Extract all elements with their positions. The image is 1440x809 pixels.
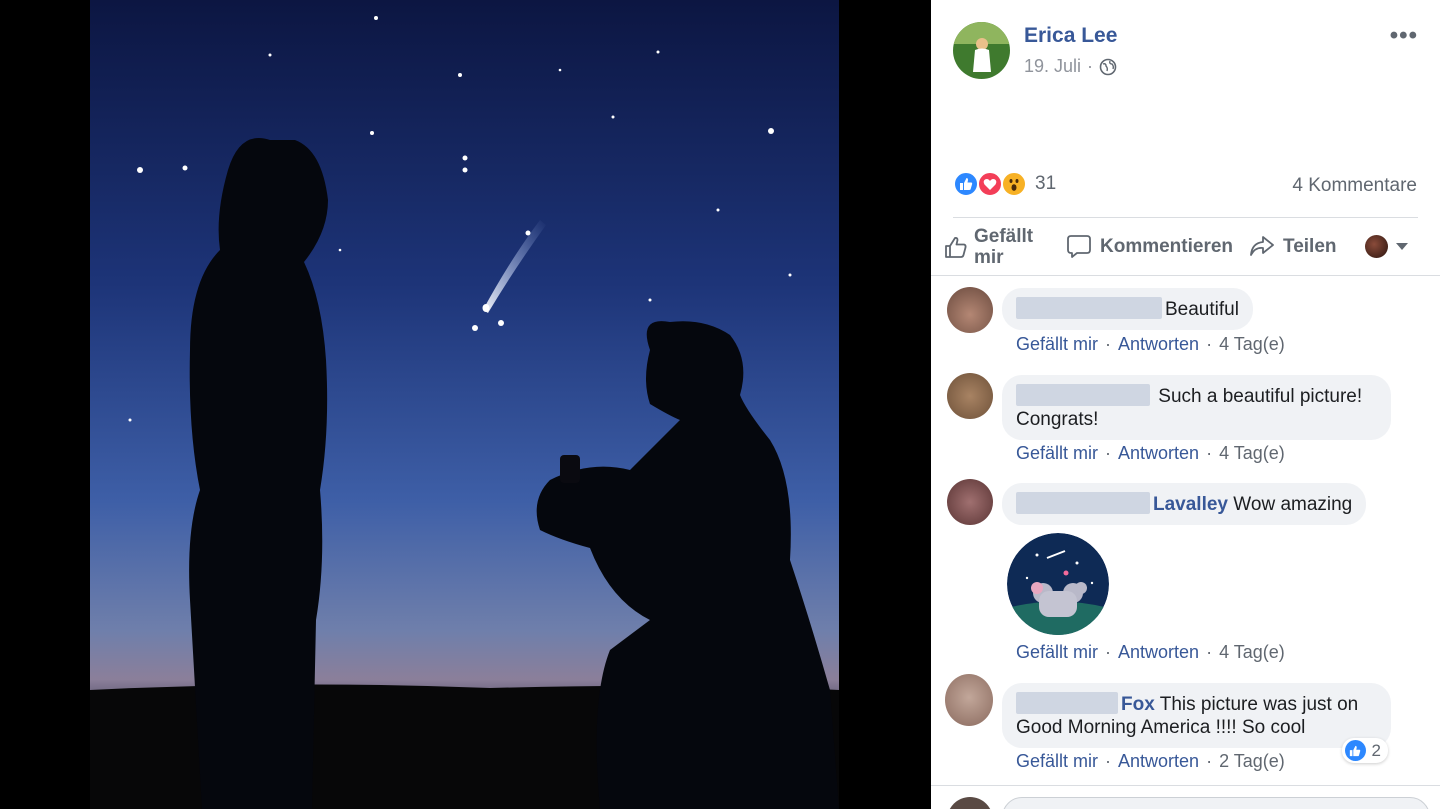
comment-bubble: Beautiful [1002, 288, 1253, 330]
commenter-name[interactable]: Fox [1121, 694, 1155, 715]
post-meta: 19. Juli · [1024, 56, 1117, 77]
share-label: Teilen [1283, 235, 1337, 257]
comment-icon [1067, 235, 1091, 258]
divider [931, 275, 1440, 276]
comment-reply-link[interactable]: Antworten [1118, 642, 1199, 663]
comment-time[interactable]: 4 Tag(e) [1219, 334, 1285, 355]
comment-like-link[interactable]: Gefällt mir [1016, 642, 1098, 663]
commenter-name[interactable]: Lavalley [1153, 494, 1228, 515]
comment-reply-link[interactable]: Antworten [1118, 751, 1199, 772]
comment-time[interactable]: 4 Tag(e) [1219, 443, 1285, 464]
comment-reply-link[interactable]: Antworten [1118, 443, 1199, 464]
commenter-avatar[interactable] [947, 287, 993, 333]
post-side-panel: Erica Lee 19. Juli · ••• 31 4 Kommentare… [931, 0, 1440, 809]
comment-actions: Gefällt mir · Antworten · 4 Tag(e) [1016, 642, 1285, 663]
comment-reply-link[interactable]: Antworten [1118, 334, 1199, 355]
thumbs-up-icon [945, 237, 967, 258]
like-button[interactable]: Gefällt mir [944, 226, 1038, 268]
comment-text: Wow amazing [1233, 494, 1353, 515]
comment-label: Kommentieren [1100, 235, 1234, 257]
comment-like-badge[interactable]: 2 [1341, 738, 1388, 763]
divider [931, 785, 1440, 786]
commenter-avatar[interactable] [947, 373, 993, 419]
comment-text: Beautiful [1165, 299, 1239, 320]
comment-actions: Gefällt mir · Antworten · 4 Tag(e) [1016, 443, 1285, 464]
author-avatar[interactable] [953, 22, 1010, 79]
comment-bubble: Lavalley Wow amazing [1002, 483, 1367, 525]
author-name[interactable]: Erica Lee [1024, 24, 1117, 48]
write-comment-input[interactable] [1002, 797, 1430, 809]
redacted-name [1016, 692, 1118, 714]
react-as-selector[interactable] [1365, 235, 1408, 258]
comment-actions: Gefällt mir · Antworten · 2 Tag(e) [1016, 751, 1285, 772]
comment-actions: Gefällt mir · Antworten · 4 Tag(e) [1016, 334, 1285, 355]
viewer-avatar [1365, 235, 1388, 258]
like-icon [953, 171, 979, 197]
wow-icon [1001, 171, 1027, 197]
post-photo[interactable] [90, 0, 839, 809]
comment-button[interactable]: Kommentieren [1066, 233, 1233, 259]
share-button[interactable]: Teilen [1249, 233, 1337, 259]
love-icon [977, 171, 1003, 197]
sticker-image[interactable] [1007, 533, 1109, 635]
viewer-avatar [947, 797, 993, 809]
post-date[interactable]: 19. Juli [1024, 56, 1081, 77]
globe-icon [1099, 58, 1117, 75]
proposal-night-sky-image [90, 0, 839, 809]
redacted-name [1016, 297, 1162, 319]
photo-viewer [0, 0, 931, 809]
commenter-avatar[interactable] [945, 674, 993, 726]
redacted-name [1016, 492, 1150, 514]
post-actions-bar: Gefällt mir Kommentieren Teilen [931, 222, 1440, 272]
like-label: Gefällt mir [974, 226, 1034, 268]
reaction-count: 31 [1035, 173, 1057, 194]
more-options-button[interactable]: ••• [1390, 22, 1418, 50]
redacted-name [1016, 384, 1150, 406]
meta-separator: · [1087, 56, 1094, 76]
comment-like-link[interactable]: Gefällt mir [1016, 443, 1098, 464]
commenter-avatar[interactable] [947, 479, 993, 525]
comment-like-count: 2 [1371, 740, 1381, 760]
comment-time[interactable]: 2 Tag(e) [1219, 751, 1285, 772]
comment-bubble: Fox This picture was just on Good Mornin… [1002, 683, 1391, 748]
comment-time[interactable]: 4 Tag(e) [1219, 642, 1285, 663]
comment-like-link[interactable]: Gefällt mir [1016, 334, 1098, 355]
share-icon [1250, 236, 1274, 256]
comment-count-link[interactable]: 4 Kommentare [1292, 175, 1417, 197]
chevron-down-icon [1396, 243, 1408, 250]
divider [953, 217, 1418, 218]
reaction-summary[interactable]: 31 [953, 171, 1056, 197]
comment-bubble: Such a beautiful picture! Congrats! [1002, 375, 1391, 440]
like-icon [1344, 740, 1366, 761]
comment-like-link[interactable]: Gefällt mir [1016, 751, 1098, 772]
